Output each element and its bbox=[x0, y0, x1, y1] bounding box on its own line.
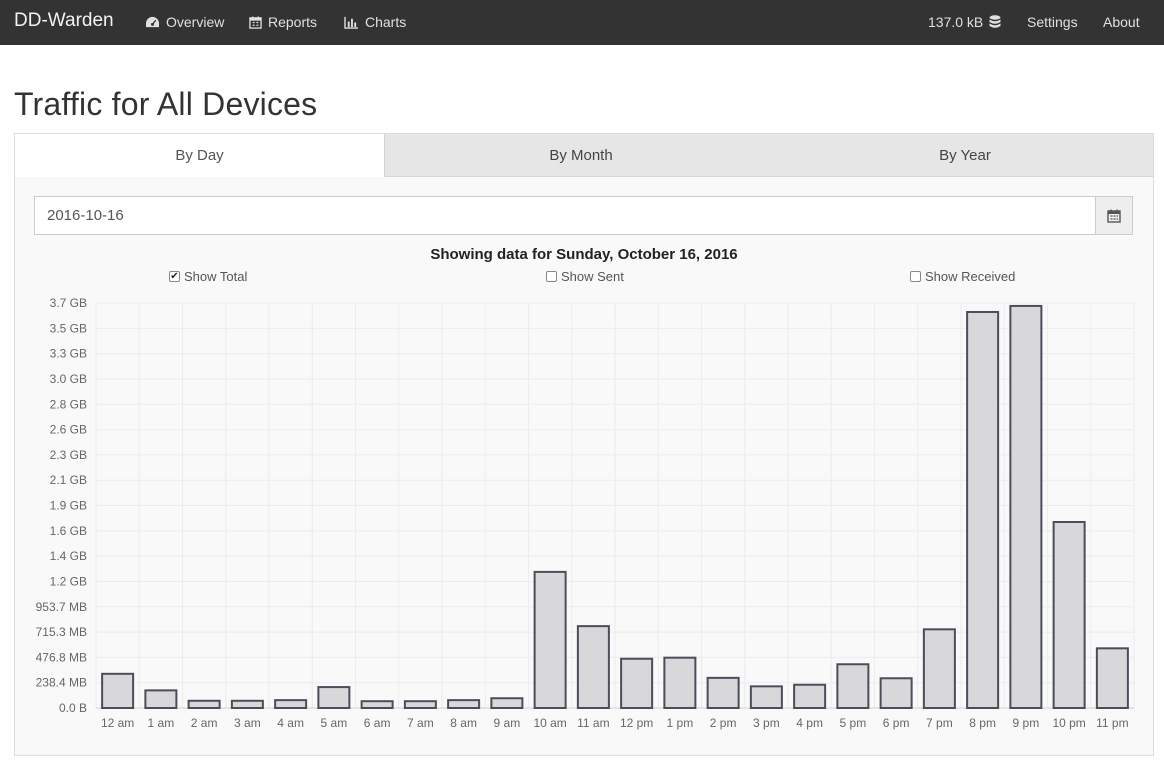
bar-6-pm bbox=[879, 677, 913, 709]
x-tick-label: 2 am bbox=[191, 716, 218, 730]
x-tick-label: 12 am bbox=[101, 716, 134, 730]
x-tick-label: 12 pm bbox=[620, 716, 653, 730]
x-tick-label: 9 pm bbox=[1013, 716, 1040, 730]
y-tick-label: 0.0 B bbox=[59, 701, 87, 715]
calendar-icon bbox=[249, 15, 262, 29]
bar-4-am bbox=[274, 699, 308, 710]
bar-5-am bbox=[317, 686, 351, 709]
brand-logo[interactable]: DD-Warden bbox=[14, 10, 114, 32]
x-tick-label: 9 am bbox=[494, 716, 521, 730]
y-tick-label: 1.2 GB bbox=[50, 574, 87, 588]
bar-12-am bbox=[101, 672, 135, 710]
bar-3-am bbox=[230, 699, 264, 710]
top-navbar: DD-Warden Overview Reports Charts 137.0 … bbox=[0, 0, 1164, 45]
y-tick-label: 476.8 MB bbox=[36, 650, 87, 664]
x-tick-label: 1 am bbox=[148, 716, 175, 730]
x-tick-label: 7 pm bbox=[926, 716, 953, 730]
bar-7-pm bbox=[922, 628, 956, 710]
y-tick-label: 2.8 GB bbox=[50, 397, 87, 411]
bar-11-pm bbox=[1095, 647, 1129, 709]
y-tick-label: 715.3 MB bbox=[36, 625, 87, 639]
bar-7-am bbox=[403, 700, 437, 710]
bar-9-pm bbox=[1009, 304, 1043, 709]
nav-charts-label: Charts bbox=[365, 14, 407, 30]
x-tick-label: 6 pm bbox=[883, 716, 910, 730]
x-tick-label: 10 pm bbox=[1052, 716, 1085, 730]
bar-10-pm bbox=[1052, 520, 1086, 709]
bar-4-pm bbox=[793, 683, 827, 709]
bar-3-pm bbox=[749, 685, 783, 709]
y-tick-label: 953.7 MB bbox=[36, 600, 87, 614]
x-tick-label: 11 am bbox=[577, 716, 609, 730]
storage-indicator[interactable]: 137.0 kB bbox=[928, 14, 1001, 30]
x-tick-label: 8 pm bbox=[969, 716, 996, 730]
y-tick-label: 238.4 MB bbox=[36, 676, 87, 690]
x-tick-label: 5 pm bbox=[840, 716, 867, 730]
bar-2-pm bbox=[706, 676, 740, 709]
y-tick-label: 2.1 GB bbox=[50, 473, 87, 487]
nav-about[interactable]: About bbox=[1103, 14, 1140, 30]
x-tick-label: 8 am bbox=[450, 716, 477, 730]
nav-charts[interactable]: Charts bbox=[344, 14, 406, 30]
x-tick-label: 5 am bbox=[321, 716, 348, 730]
bar-12-pm bbox=[620, 657, 654, 709]
y-tick-label: 3.3 GB bbox=[50, 347, 87, 361]
nav-overview[interactable]: Overview bbox=[145, 14, 224, 30]
x-tick-label: 3 pm bbox=[753, 716, 780, 730]
x-tick-label: 7 am bbox=[407, 716, 434, 730]
bar-9-am bbox=[490, 697, 524, 710]
page-title: Traffic for All Devices bbox=[14, 86, 318, 122]
database-icon bbox=[989, 14, 1001, 28]
storage-label: 137.0 kB bbox=[928, 14, 984, 30]
traffic-bar-chart: 0.0 B 238.4 MB 476.8 MB 715.3 MB 953.7 MB 1.2… bbox=[36, 296, 1135, 730]
nav-settings[interactable]: Settings bbox=[1027, 14, 1078, 30]
nav-reports[interactable]: Reports bbox=[249, 14, 317, 30]
x-tick-label: 4 am bbox=[277, 716, 304, 730]
y-tick-label: 1.9 GB bbox=[50, 499, 87, 513]
y-tick-label: 3.5 GB bbox=[50, 321, 87, 335]
bar-5-pm bbox=[836, 663, 870, 709]
x-tick-label: 11 pm bbox=[1096, 716, 1128, 730]
x-tick-label: 2 pm bbox=[710, 716, 737, 730]
bar-1-pm bbox=[663, 656, 697, 710]
x-tick-label: 6 am bbox=[364, 716, 391, 730]
dashboard-icon bbox=[146, 16, 159, 27]
bar-8-am bbox=[447, 699, 481, 710]
y-tick-label: 3.7 GB bbox=[50, 296, 87, 310]
bar-6-am bbox=[360, 700, 394, 710]
y-tick-label: 2.6 GB bbox=[50, 423, 87, 437]
bar-chart-icon bbox=[344, 16, 358, 29]
traffic-panel: By Day By Month By Year Showing data for… bbox=[14, 133, 1154, 756]
bar-10-am bbox=[533, 570, 567, 709]
nav-overview-label: Overview bbox=[166, 14, 225, 30]
bar-8-pm bbox=[966, 310, 1000, 709]
x-tick-label: 3 am bbox=[234, 716, 261, 730]
y-tick-label: 2.3 GB bbox=[50, 448, 87, 462]
y-tick-label: 1.6 GB bbox=[50, 524, 87, 538]
y-tick-label: 1.4 GB bbox=[50, 549, 87, 563]
x-tick-label: 4 pm bbox=[796, 716, 823, 730]
nav-reports-label: Reports bbox=[268, 14, 318, 30]
bar-2-am bbox=[187, 699, 221, 710]
y-tick-label: 3.0 GB bbox=[50, 372, 87, 386]
x-tick-label: 1 pm bbox=[667, 716, 694, 730]
bar-1-am bbox=[144, 689, 178, 710]
x-tick-label: 10 am bbox=[533, 716, 566, 730]
bar-11-am bbox=[576, 625, 610, 709]
